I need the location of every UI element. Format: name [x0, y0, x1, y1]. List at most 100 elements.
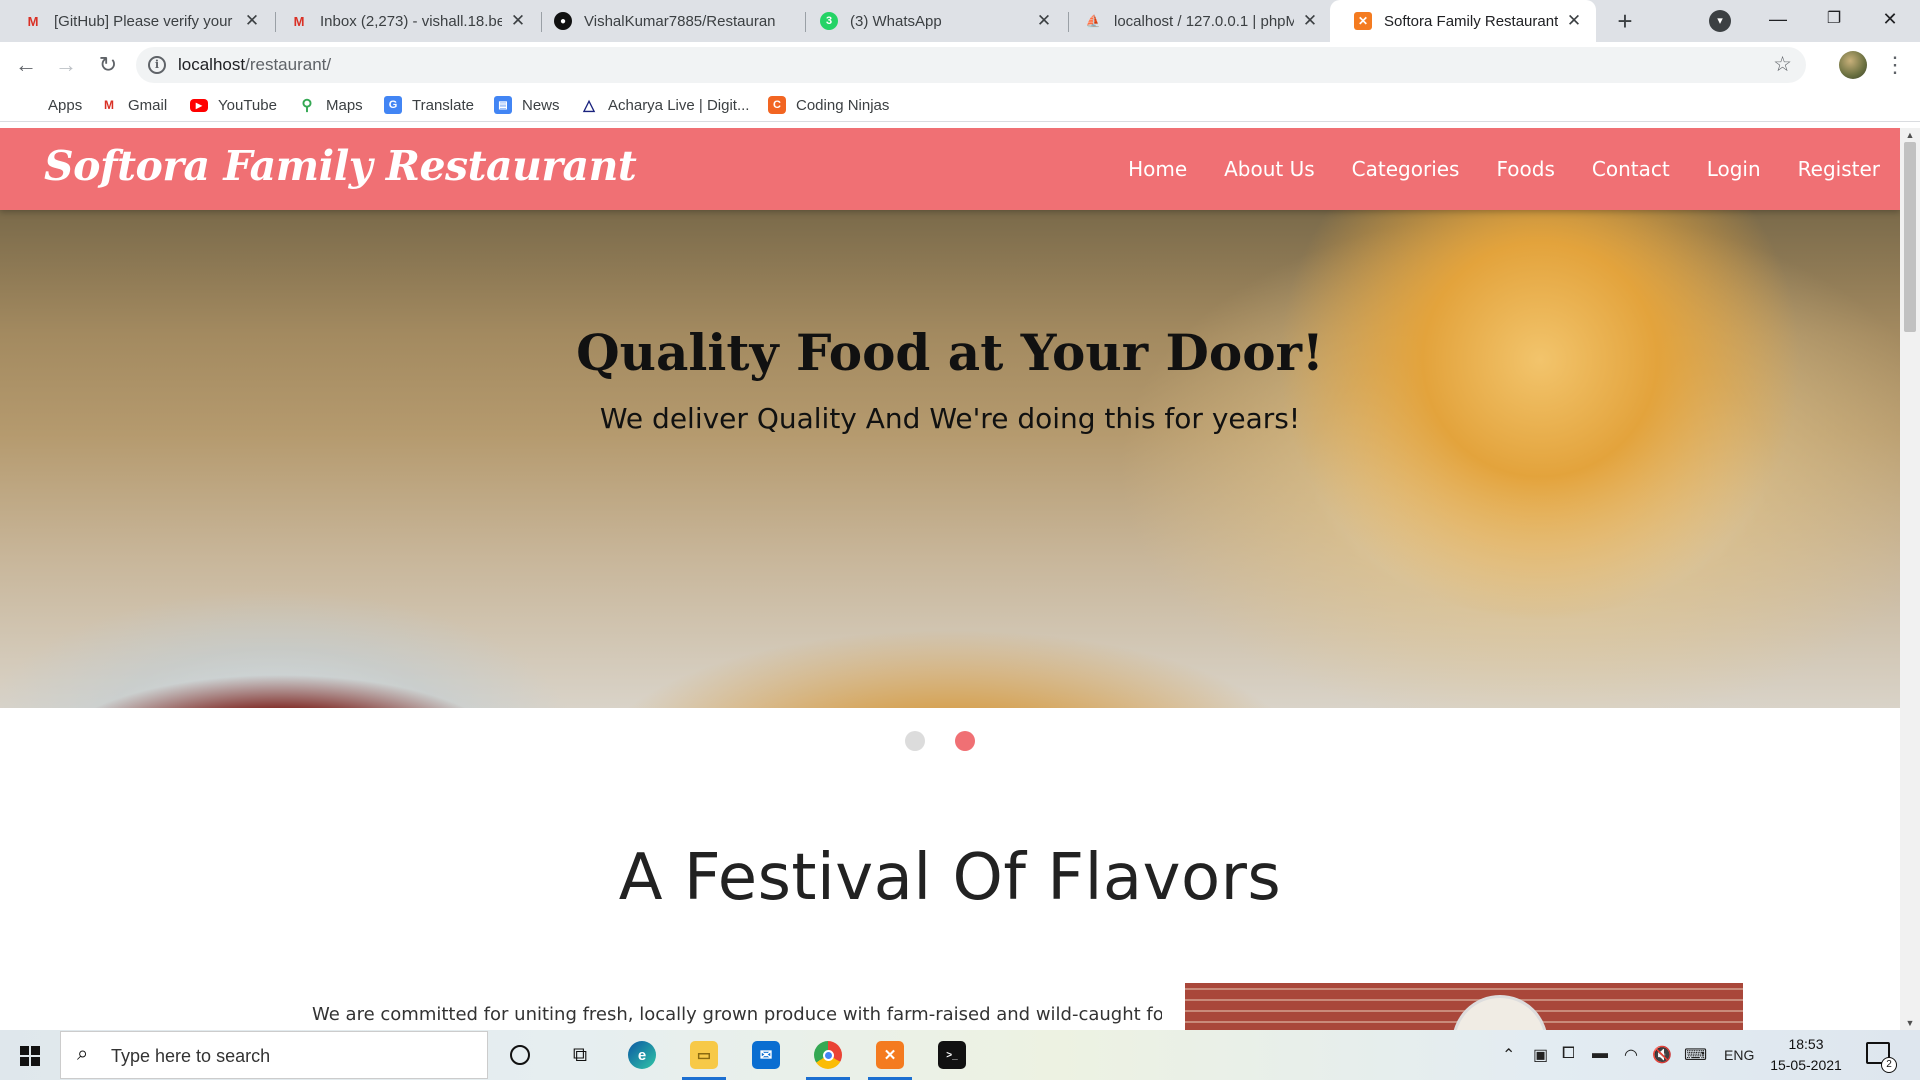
bookmark-label: Translate: [412, 96, 474, 114]
page-scrollbar[interactable]: ▲ ▼: [1900, 128, 1920, 1030]
nav-foods[interactable]: Foods: [1496, 157, 1554, 181]
browser-menu-icon[interactable]: ⋮: [1884, 51, 1906, 79]
mail-icon[interactable]: ✉: [738, 1030, 794, 1080]
bookmark-label: Gmail: [128, 96, 168, 114]
nav-login[interactable]: Login: [1707, 157, 1761, 181]
close-icon[interactable]: ✕: [242, 11, 262, 31]
nav-about-us[interactable]: About Us: [1224, 157, 1315, 181]
hero-title: Quality Food at Your Door!: [576, 323, 1324, 382]
bookmark-label: Coding Ninjas: [796, 96, 890, 114]
page-viewport: Softora Family Restaurant Home About Us …: [0, 128, 1900, 1030]
tab-title: Softora Family Restaurant: [1384, 12, 1558, 30]
terminal-icon[interactable]: >_: [924, 1030, 980, 1080]
youtube-icon: ▶: [190, 98, 208, 112]
tab-phpmyadmin[interactable]: ⛵ localhost / 127.0.0.1 | phpMy ✕: [1060, 0, 1332, 42]
news-icon: ▤: [494, 96, 512, 114]
tab-title: VishalKumar7885/Restauran: [584, 12, 776, 30]
site-info-icon[interactable]: i: [148, 56, 166, 74]
tab-title: (3) WhatsApp: [850, 12, 942, 30]
back-arrow-icon[interactable]: ←: [10, 49, 42, 81]
battery-icon[interactable]: ▬: [1592, 1045, 1608, 1063]
start-button[interactable]: [0, 1030, 60, 1080]
scroll-down-arrow-icon[interactable]: ▼: [1904, 1018, 1916, 1028]
xampp-icon: ✕: [1354, 12, 1372, 30]
site-header: Softora Family Restaurant Home About Us …: [0, 128, 1900, 210]
file-explorer-icon[interactable]: ▭: [676, 1030, 732, 1080]
language-indicator[interactable]: ENG: [1724, 1047, 1754, 1063]
nav-contact[interactable]: Contact: [1592, 157, 1670, 181]
close-icon[interactable]: ✕: [1564, 11, 1584, 31]
wall-clock-image: [1452, 995, 1548, 1030]
gmail-icon: M: [104, 98, 114, 112]
url-path: /restaurant/: [245, 55, 332, 74]
tab-github-verify[interactable]: M [GitHub] Please verify your d ✕: [0, 0, 274, 42]
nav-categories[interactable]: Categories: [1352, 157, 1460, 181]
cortana-icon[interactable]: [492, 1030, 548, 1080]
tab-title: [GitHub] Please verify your d: [54, 12, 236, 30]
scroll-up-arrow-icon[interactable]: ▲: [1904, 130, 1916, 140]
bookmark-star-icon[interactable]: ☆: [1773, 52, 1792, 77]
apps-icon: [20, 96, 38, 114]
xampp-taskbar-icon[interactable]: ✕: [862, 1030, 918, 1080]
address-bar[interactable]: i localhost/restaurant/ ☆: [136, 47, 1806, 83]
windows-logo-icon: [20, 1046, 40, 1066]
bookmark-label: Maps: [326, 96, 363, 114]
show-hidden-icons-icon[interactable]: ⌃: [1502, 1045, 1515, 1065]
gmail-icon: M: [293, 13, 305, 29]
keyboard-icon[interactable]: ⌨: [1684, 1045, 1707, 1065]
carousel-dot-2[interactable]: [955, 731, 975, 751]
search-icon: ⌕: [77, 1043, 89, 1065]
carousel-dot-1[interactable]: [905, 731, 925, 751]
bookmark-maps[interactable]: ⚲ Maps: [298, 95, 363, 115]
bookmark-youtube[interactable]: ▶ YouTube: [190, 95, 277, 115]
tab-softora-restaurant[interactable]: ✕ Softora Family Restaurant ✕: [1330, 0, 1596, 42]
window-close-button[interactable]: ✕: [1862, 0, 1918, 40]
minimize-button[interactable]: —: [1750, 0, 1806, 40]
acharya-icon: △: [583, 97, 595, 114]
github-icon: ●: [554, 12, 572, 30]
bookmark-label: Apps: [48, 96, 83, 114]
browser-toolbar: ← → ↻ i localhost/restaurant/ ☆ ⋮: [0, 42, 1920, 88]
bookmark-apps[interactable]: Apps: [20, 95, 82, 115]
nav-register[interactable]: Register: [1798, 157, 1880, 181]
bookmark-translate[interactable]: G Translate: [384, 95, 474, 115]
nav-home[interactable]: Home: [1128, 157, 1187, 181]
tab-github-repo[interactable]: ● VishalKumar7885/Restauran: [530, 0, 810, 42]
windows-taskbar: ⌕ Type here to search ⧉ e ▭ ✉ ✕ >_ ⌃ ▣ ⧠…: [0, 1030, 1920, 1080]
forward-arrow-icon[interactable]: →: [50, 49, 82, 81]
tab-whatsapp[interactable]: 3 (3) WhatsApp ✕: [796, 0, 1066, 42]
wifi-icon[interactable]: ◠: [1624, 1045, 1638, 1065]
close-icon[interactable]: ✕: [1300, 11, 1320, 31]
task-view-icon[interactable]: ⧉: [552, 1030, 608, 1080]
taskbar-date[interactable]: 15-05-2021: [1764, 1057, 1848, 1073]
profile-avatar[interactable]: [1839, 51, 1867, 79]
close-icon[interactable]: ✕: [1034, 11, 1054, 31]
section-title: A Festival Of Flavors: [618, 841, 1282, 915]
browser-tab-strip: M [GitHub] Please verify your d ✕ M Inbo…: [0, 0, 1920, 42]
close-icon[interactable]: ✕: [508, 11, 528, 31]
restore-button[interactable]: ❐: [1806, 0, 1862, 40]
site-logo[interactable]: Softora Family Restaurant: [44, 142, 637, 190]
meet-now-icon[interactable]: ▣: [1533, 1045, 1548, 1065]
taskbar-time[interactable]: 18:53: [1776, 1036, 1836, 1052]
chrome-icon[interactable]: [800, 1030, 856, 1080]
new-tab-button[interactable]: +: [1610, 6, 1640, 36]
url-text[interactable]: localhost/restaurant/: [178, 55, 331, 75]
bookmarks-bar: Apps M Gmail ▶ YouTube ⚲ Maps G Translat…: [0, 88, 1920, 122]
bookmark-acharya[interactable]: △ Acharya Live | Digit...: [580, 95, 749, 115]
url-host: localhost: [178, 55, 246, 74]
tab-inbox[interactable]: M Inbox (2,273) - vishall.18.bec ✕: [266, 0, 540, 42]
volume-muted-icon[interactable]: 🔇: [1652, 1045, 1672, 1065]
edge-icon[interactable]: e: [614, 1030, 670, 1080]
tab-search-icon[interactable]: ▾: [1709, 10, 1731, 32]
bookmark-gmail[interactable]: M Gmail: [100, 95, 167, 115]
taskbar-search[interactable]: ⌕ Type here to search: [60, 1031, 488, 1079]
tab-title: Inbox (2,273) - vishall.18.bec: [320, 12, 502, 30]
translate-icon: G: [384, 96, 402, 114]
scrollbar-thumb[interactable]: [1904, 142, 1916, 332]
bookmark-coding-ninjas[interactable]: C Coding Ninjas: [768, 95, 889, 115]
hero-carousel[interactable]: Quality Food at Your Door! We deliver Qu…: [0, 210, 1900, 708]
bookmark-news[interactable]: ▤ News: [494, 95, 560, 115]
reload-icon[interactable]: ↻: [92, 49, 124, 81]
screen-share-icon[interactable]: ⧠: [1562, 1045, 1575, 1063]
